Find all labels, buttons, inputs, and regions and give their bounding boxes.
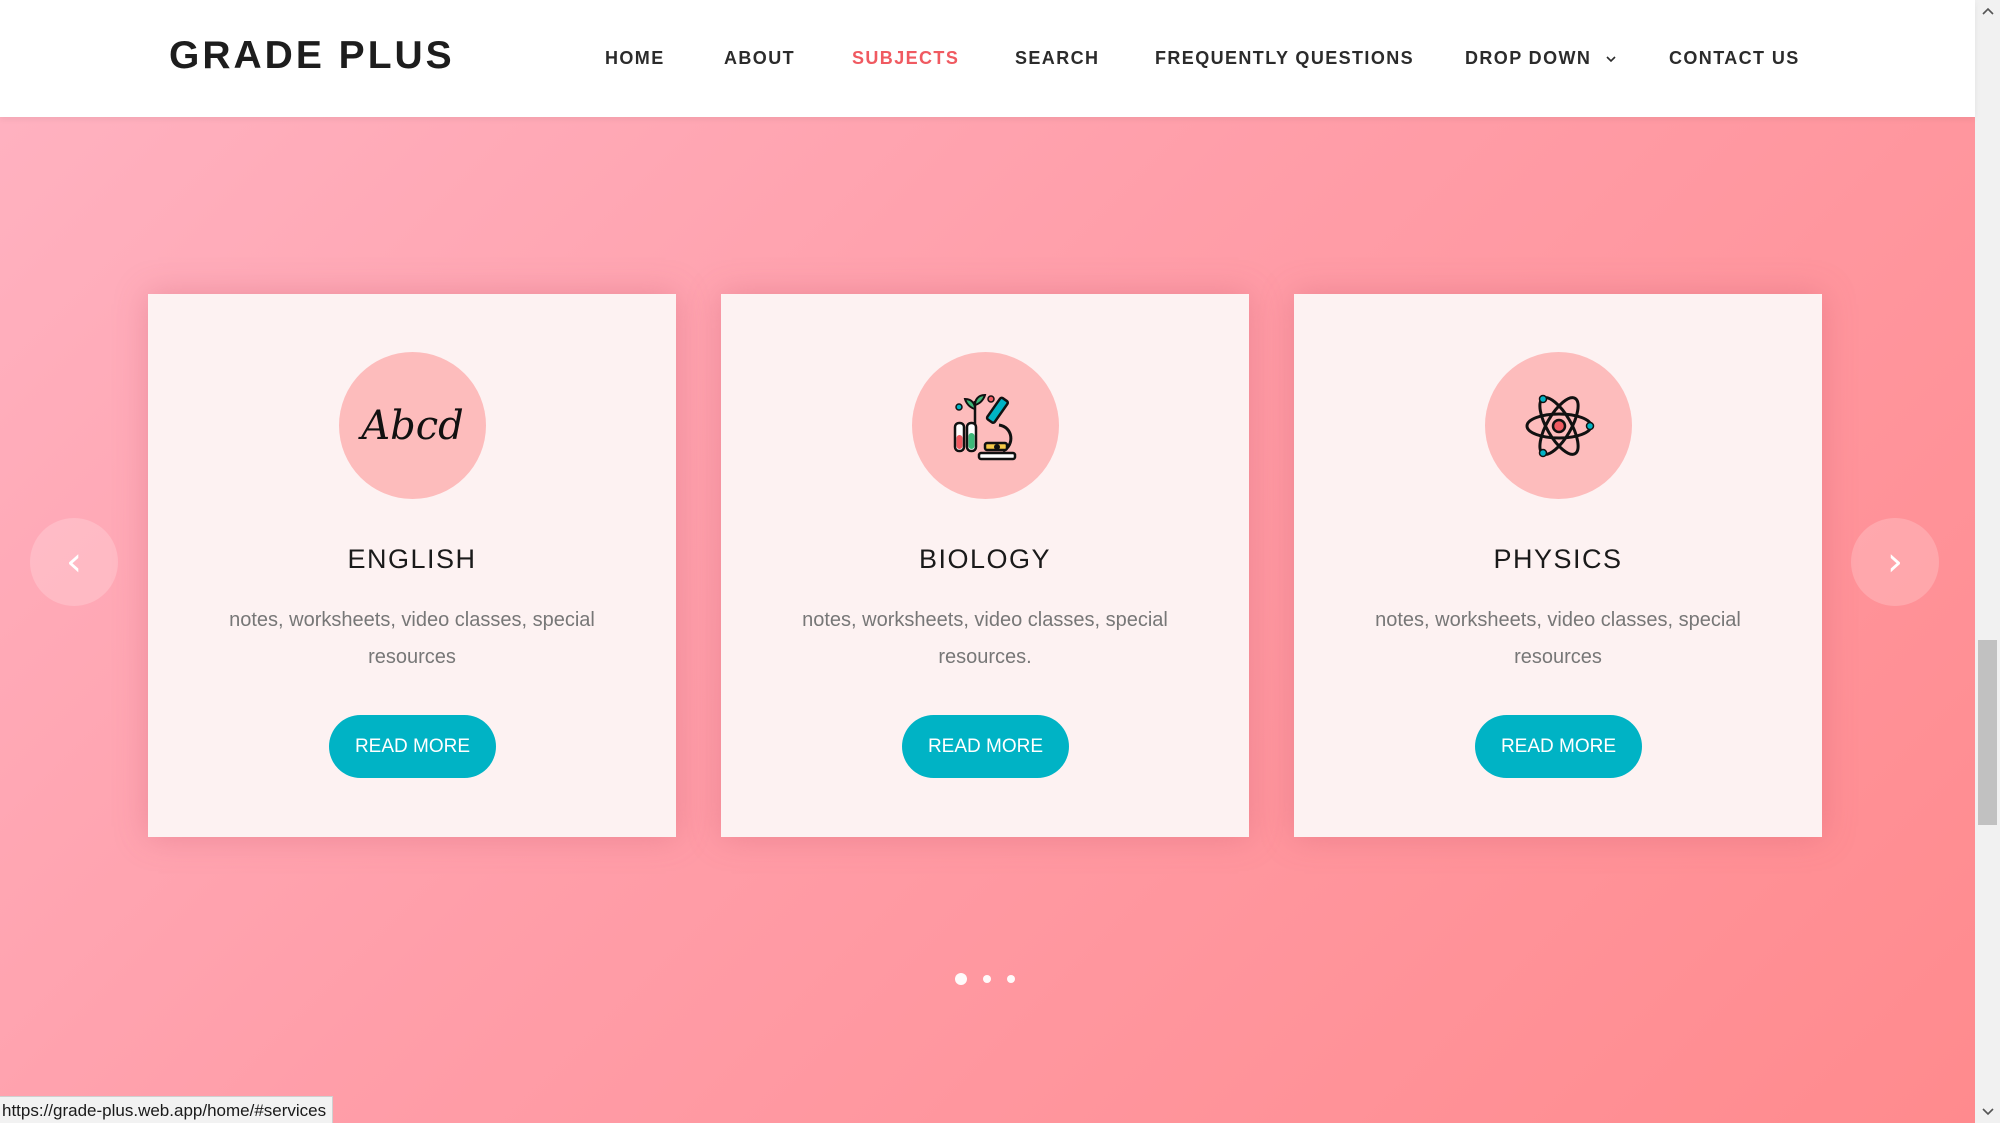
chevron-left-icon: ‹ — [66, 539, 82, 585]
atom-icon-graphic — [1525, 394, 1594, 457]
read-more-button[interactable]: READ MORE — [902, 715, 1069, 778]
card-title: ENGLISH — [347, 544, 477, 574]
card-description: notes, worksheets, video classes, specia… — [1375, 609, 1741, 668]
chevron-down-icon — [1606, 56, 1616, 63]
carousel-dot-3[interactable] — [1007, 975, 1015, 983]
scroll-down-icon[interactable] — [1975, 1101, 2000, 1123]
card-title: BIOLOGY — [918, 544, 1052, 574]
abcd-script-icon: Abcd — [339, 352, 486, 499]
nav-subjects[interactable]: SUBJECTS — [852, 48, 959, 69]
nav-contact-us[interactable]: CONTACT US — [1669, 48, 1800, 69]
site-logo[interactable]: GRADE PLUS — [169, 34, 455, 78]
carousel-next-button[interactable]: › — [1851, 518, 1939, 606]
subject-card-english: Abcd ENGLISH notes, worksheets, video cl… — [148, 294, 676, 837]
card-title: PHYSICS — [1493, 544, 1623, 574]
carousel-indicators — [955, 973, 1031, 985]
carousel-dot-1[interactable] — [955, 973, 967, 985]
read-more-button[interactable]: READ MORE — [329, 715, 496, 778]
vertical-scrollbar[interactable] — [1975, 0, 2000, 1123]
card-description: notes, worksheets, video classes, specia… — [229, 609, 595, 668]
scrollbar-thumb[interactable] — [1978, 640, 1997, 825]
atom-icon — [1485, 352, 1632, 499]
nav-frequently-questions[interactable]: FREQUENTLY QUESTIONS — [1155, 48, 1414, 69]
carousel-dot-2[interactable] — [983, 975, 991, 983]
subject-card-biology: BIOLOGY notes, worksheets, video classes… — [721, 294, 1249, 837]
subject-card-physics: PHYSICS notes, worksheets, video classes… — [1294, 294, 1822, 837]
chevron-right-icon: › — [1887, 539, 1903, 585]
page: GRADE PLUS HOME ABOUT SUBJECTS SEARCH FR… — [0, 0, 2000, 1123]
carousel-prev-button[interactable]: ‹ — [30, 518, 118, 606]
nav-home[interactable]: HOME — [605, 48, 665, 69]
nav-about[interactable]: ABOUT — [724, 48, 795, 69]
abcd-script-icon-text: Abcd — [361, 402, 464, 449]
site-header: GRADE PLUS HOME ABOUT SUBJECTS SEARCH FR… — [0, 0, 1975, 117]
scroll-up-icon[interactable] — [1975, 0, 2000, 22]
nav-search[interactable]: SEARCH — [1015, 48, 1099, 69]
nav-drop-down-label: DROP DOWN — [1465, 48, 1592, 68]
nav-drop-down[interactable]: DROP DOWN — [1465, 48, 1616, 69]
status-bar-url: https://grade-plus.web.app/home/#service… — [0, 1096, 334, 1123]
microscope-icon-graphic — [953, 393, 1016, 460]
read-more-button[interactable]: READ MORE — [1475, 715, 1642, 778]
microscope-icon — [912, 352, 1059, 499]
card-description: notes, worksheets, video classes, specia… — [802, 609, 1168, 668]
